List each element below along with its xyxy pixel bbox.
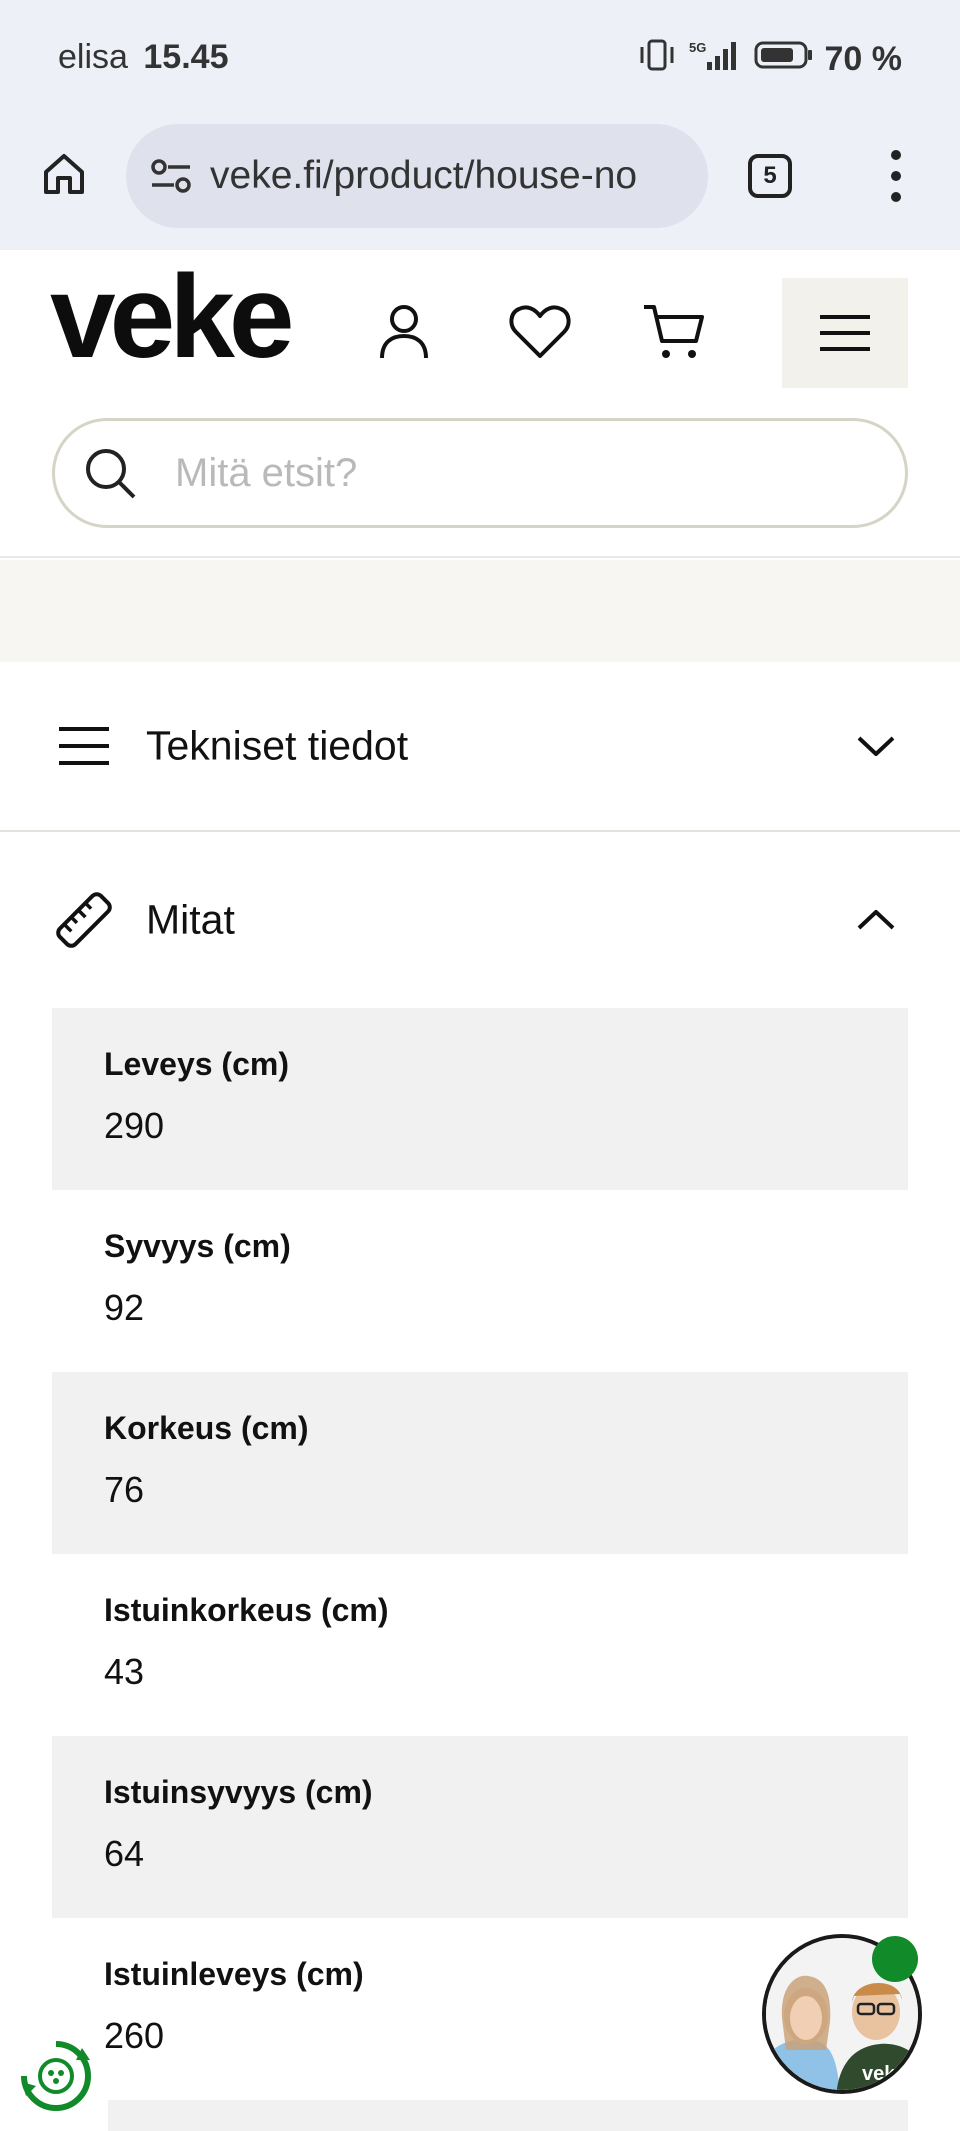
dimensions-table: Leveys (cm) 290 Syvyys (cm) 92 Korkeus (… — [52, 1008, 908, 2100]
network-label: 5G — [689, 40, 706, 55]
spec-row: Leveys (cm) 290 — [52, 1008, 908, 1190]
accordion-tech-specs[interactable]: Tekniset tiedot — [0, 662, 960, 832]
accordion-dimensions[interactable]: Mitat — [0, 834, 960, 1006]
dot — [891, 150, 901, 160]
user-icon — [380, 305, 428, 359]
spec-label: Istuinkorkeus (cm) — [104, 1592, 389, 1628]
accordion-title: Mitat — [146, 896, 235, 943]
home-button[interactable] — [36, 146, 92, 202]
search-input[interactable]: Mitä etsit? — [175, 451, 357, 496]
status-bar: elisa 15.45 5G 70 % — [0, 0, 960, 120]
spec-value: 290 — [104, 1105, 165, 1146]
hamburger-icon — [820, 315, 870, 351]
site-header: veke Mitä etsit? — [0, 250, 960, 558]
address-bar[interactable]: veke.fi/product/house-no — [126, 124, 708, 228]
list-icon — [52, 714, 116, 778]
account-button[interactable] — [370, 298, 438, 366]
browser-menu-button[interactable] — [880, 144, 912, 208]
veke-logo[interactable]: veke — [50, 258, 295, 376]
cart-icon — [644, 305, 704, 358]
url-text[interactable]: veke.fi/product/house-no — [210, 154, 690, 198]
vibrate-icon — [637, 38, 677, 81]
main-menu-button[interactable] — [782, 278, 908, 388]
spec-value: 64 — [104, 1833, 145, 1874]
online-status-dot — [872, 1936, 918, 1982]
spec-row: Korkeus (cm) 76 — [52, 1372, 908, 1554]
battery-percent: 70 % — [824, 40, 903, 78]
battery-icon — [753, 38, 815, 81]
browser-toolbar: veke.fi/product/house-no 5 — [0, 120, 960, 250]
status-right: 5G 70 % — [637, 38, 903, 81]
section-divider-band — [0, 560, 960, 662]
spec-value: 43 — [104, 1651, 145, 1692]
spec-value: 76 — [104, 1469, 145, 1510]
spec-row-partial — [108, 2100, 908, 2131]
search-icon — [81, 444, 139, 502]
spec-row: Istuinsyvyys (cm) 64 — [52, 1736, 908, 1918]
chevron-up-icon — [850, 894, 902, 946]
wishlist-button[interactable] — [506, 298, 574, 366]
clock: 15.45 — [143, 38, 229, 76]
home-icon — [44, 154, 84, 194]
carrier-name: elisa — [58, 38, 128, 76]
spec-row: Istuinkorkeus (cm) 43 — [52, 1554, 908, 1736]
accordion-title: Tekniset tiedot — [146, 722, 409, 769]
spec-label: Korkeus (cm) — [104, 1410, 309, 1446]
cart-button[interactable] — [640, 298, 708, 366]
chevron-down-icon — [850, 720, 902, 772]
recycle-icon — [21, 2041, 91, 2111]
spec-row: Syvyys (cm) 92 — [52, 1190, 908, 1372]
site-settings-icon[interactable] — [148, 153, 194, 199]
eco-badge-button[interactable] — [16, 2036, 96, 2116]
dot — [891, 192, 901, 202]
signal-icon: 5G — [687, 38, 743, 81]
spec-label: Leveys (cm) — [104, 1046, 289, 1082]
heart-icon — [509, 305, 571, 358]
search-bar[interactable]: Mitä etsit? — [52, 418, 908, 528]
spec-label: Istuinsyvyys (cm) — [104, 1774, 373, 1810]
dot — [891, 171, 901, 181]
tab-switcher-button[interactable]: 5 — [748, 154, 792, 198]
spec-value: 92 — [104, 1287, 145, 1328]
spec-label: Syvyys (cm) — [104, 1228, 291, 1264]
ruler-icon — [52, 888, 116, 952]
status-left: elisa 15.45 — [58, 38, 228, 77]
